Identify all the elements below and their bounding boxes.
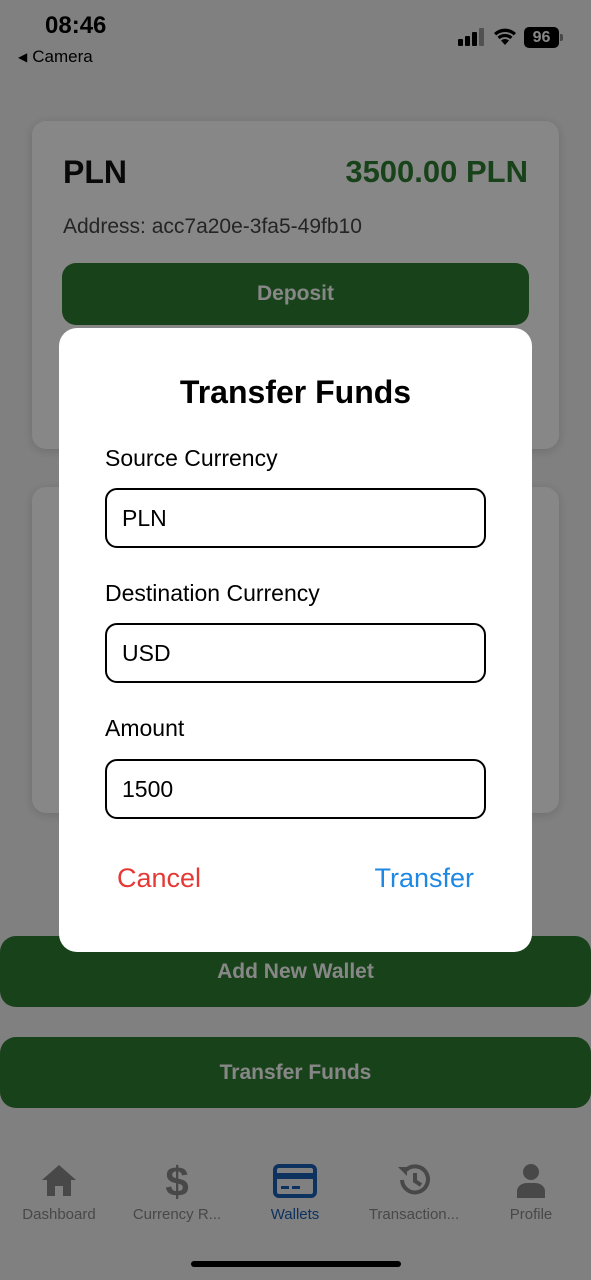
amount-input[interactable]: 1500 [105,759,486,819]
destination-currency-input[interactable]: USD [105,623,486,683]
amount-label: Amount [105,715,185,741]
source-currency-label: Source Currency [105,445,278,471]
transfer-funds-dialog: Transfer Funds Source Currency PLN Desti… [59,328,532,952]
transfer-button[interactable]: Transfer [374,863,474,894]
cancel-button[interactable]: Cancel [117,863,201,894]
destination-currency-label: Destination Currency [105,580,320,606]
source-currency-input[interactable]: PLN [105,488,486,548]
dialog-title: Transfer Funds [179,374,412,410]
home-indicator[interactable] [191,1261,401,1267]
